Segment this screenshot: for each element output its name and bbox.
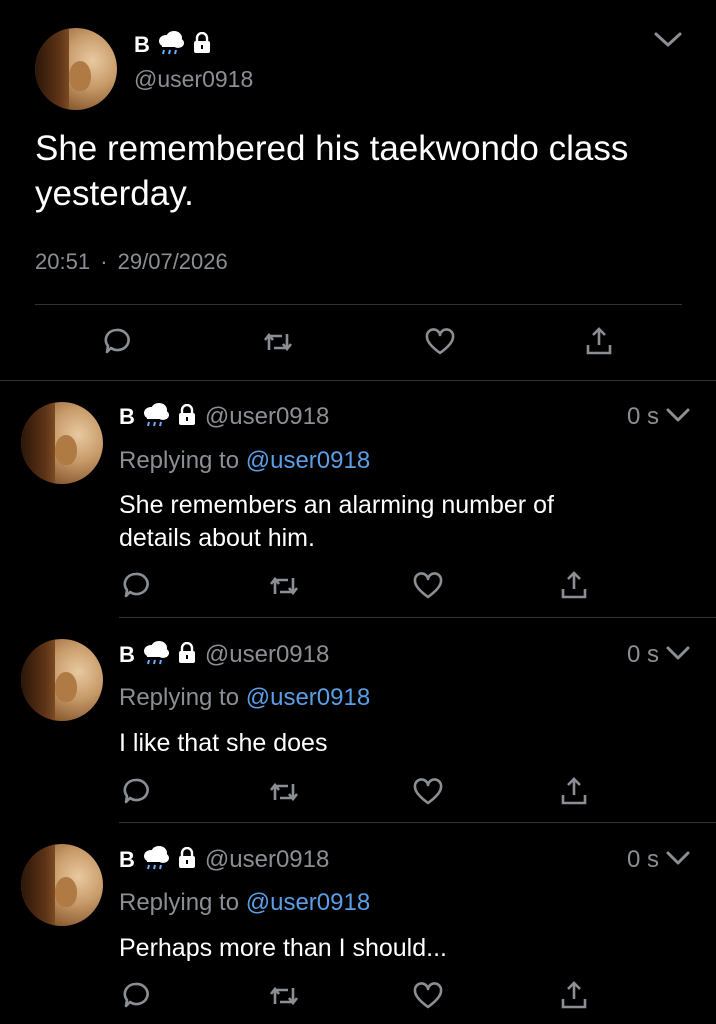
avatar[interactable] [21, 844, 103, 926]
rain-cloud-icon [141, 639, 171, 672]
like-icon[interactable] [412, 778, 444, 811]
reply-icon[interactable] [121, 570, 151, 605]
retweet-icon[interactable] [268, 778, 300, 811]
divider [35, 304, 682, 305]
replying-to: Replying to @user0918 [119, 447, 371, 474]
retweet-icon[interactable] [262, 328, 294, 361]
retweet-icon[interactable] [268, 982, 300, 1015]
handle[interactable]: @user0918 [205, 641, 329, 669]
share-icon[interactable] [560, 980, 588, 1015]
tweet-text: Perhaps more than I should... [119, 934, 447, 962]
handle[interactable]: @user0918 [134, 66, 253, 93]
replying-to: Replying to @user0918 [119, 684, 371, 711]
tweet-text: She remembered his taekwondo class yeste… [35, 129, 629, 213]
rain-cloud-icon [156, 29, 186, 62]
time-ago: 0 s [627, 846, 660, 873]
reply-icon[interactable] [121, 776, 151, 811]
chevron-down-icon[interactable] [664, 643, 692, 668]
handle[interactable]: @user0918 [205, 846, 329, 874]
tweet-text: She remembers an alarming number of deta… [119, 491, 554, 552]
chevron-down-icon[interactable] [664, 405, 692, 430]
tweet-timestamp: 20:51 · 29/07/2026 [35, 249, 228, 274]
lock-icon [177, 846, 197, 874]
time-ago: 0 s [627, 641, 660, 668]
display-name: B [119, 404, 135, 429]
reply-icon[interactable] [121, 980, 151, 1015]
handle[interactable]: @user0918 [205, 403, 329, 431]
display-name: B [119, 642, 135, 667]
divider [119, 822, 716, 823]
like-icon[interactable] [412, 982, 444, 1015]
mention-link[interactable]: @user0918 [246, 889, 370, 916]
lock-icon [177, 641, 197, 669]
like-icon[interactable] [424, 328, 456, 361]
rain-cloud-icon [141, 844, 171, 877]
display-name: B [119, 847, 135, 872]
share-icon[interactable] [585, 326, 613, 361]
time-ago: 0 s [627, 403, 660, 430]
lock-icon [177, 403, 197, 431]
avatar[interactable] [21, 639, 103, 721]
lock-icon [192, 31, 212, 59]
like-icon[interactable] [412, 572, 444, 605]
rain-cloud-icon [141, 401, 171, 434]
avatar[interactable] [35, 28, 117, 110]
chevron-down-icon[interactable] [652, 28, 684, 55]
chevron-down-icon[interactable] [664, 848, 692, 873]
retweet-icon[interactable] [268, 572, 300, 605]
divider [0, 380, 716, 381]
reply-icon[interactable] [102, 326, 132, 361]
avatar[interactable] [21, 402, 103, 484]
mention-link[interactable]: @user0918 [246, 447, 370, 474]
tweet-text: I like that she does [119, 729, 328, 757]
mention-link[interactable]: @user0918 [246, 684, 370, 711]
replying-to: Replying to @user0918 [119, 889, 371, 916]
share-icon[interactable] [560, 776, 588, 811]
divider [119, 617, 716, 618]
share-icon[interactable] [560, 570, 588, 605]
display-name: B [134, 32, 150, 57]
